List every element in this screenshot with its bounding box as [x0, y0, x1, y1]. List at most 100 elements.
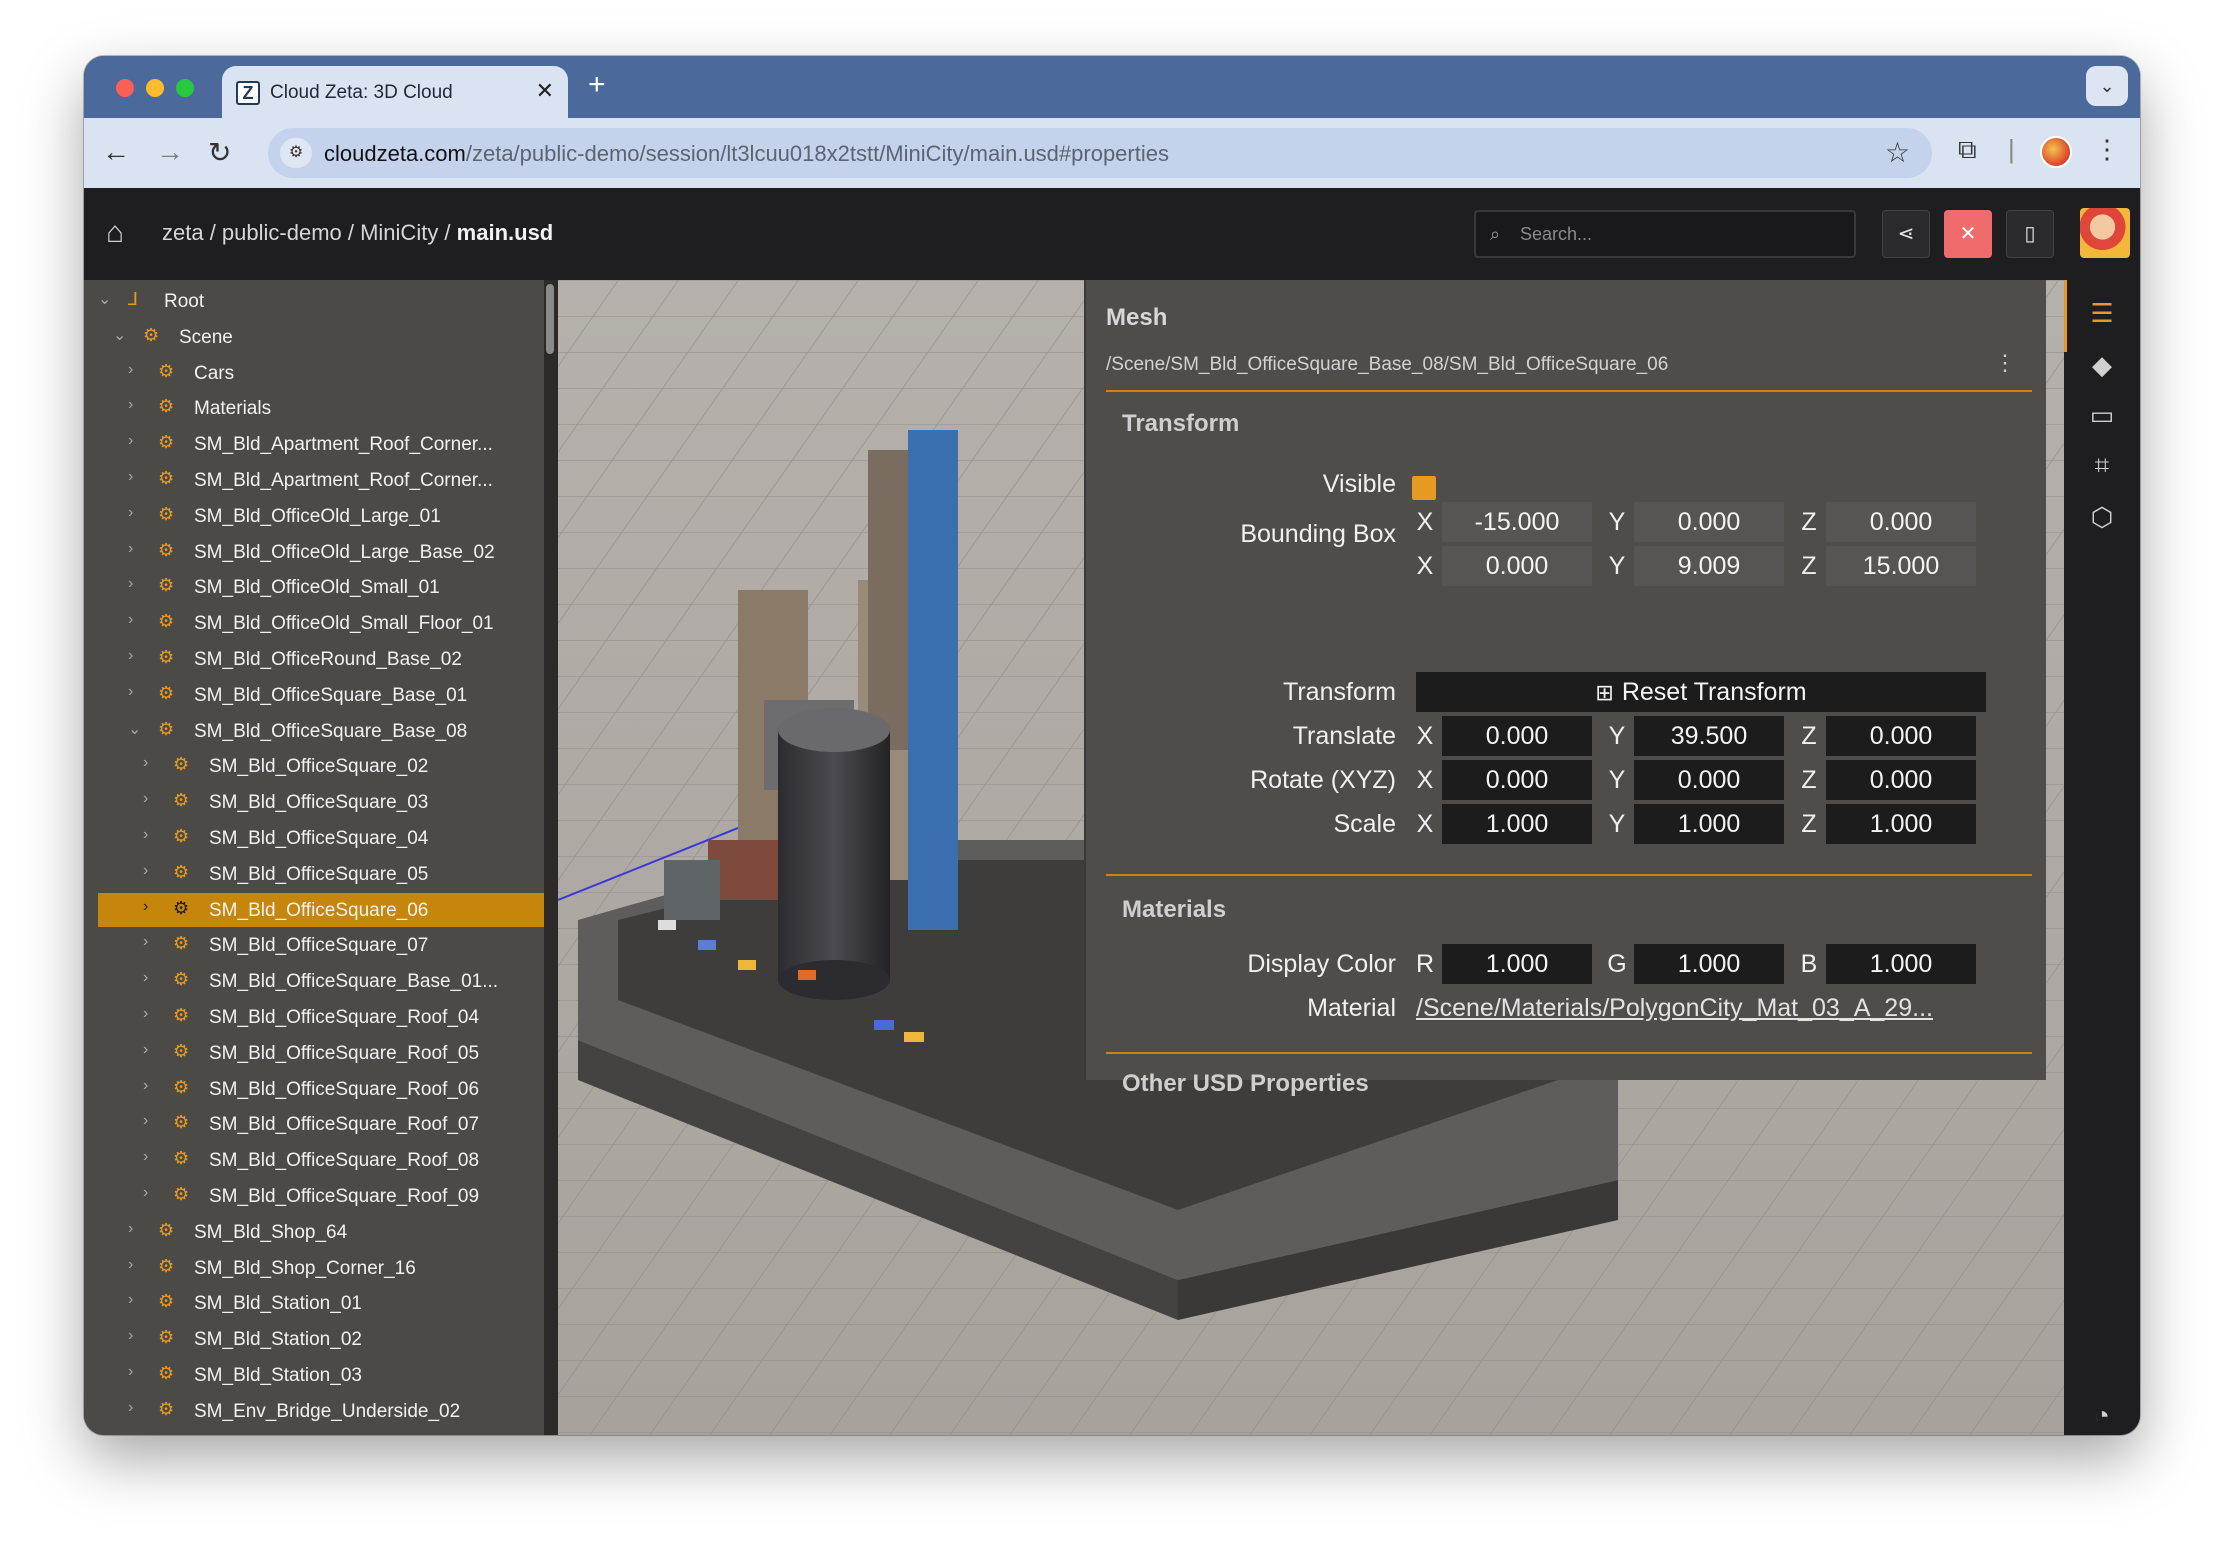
- tree-row[interactable]: › ⚙ SM_Bld_Station_02: [84, 1322, 534, 1356]
- settings-hex-icon[interactable]: ⬡: [2086, 502, 2118, 534]
- tree-row[interactable]: › ⚙ SM_Bld_OfficeSquare_Roof_07: [84, 1107, 534, 1141]
- chevron-right-icon[interactable]: ›: [128, 611, 133, 629]
- scale-z-input[interactable]: 1.000: [1826, 804, 1976, 844]
- translate-z-input[interactable]: 0.000: [1826, 716, 1976, 756]
- address-bar[interactable]: ⚙ cloudzeta.com/zeta/public-demo/session…: [268, 128, 1932, 178]
- translate-x-input[interactable]: 0.000: [1442, 716, 1592, 756]
- tree-row[interactable]: › ⚙ SM_Bld_OfficeSquare_Roof_05: [84, 1036, 534, 1070]
- close-session-button[interactable]: ✕: [1944, 210, 1992, 258]
- chevron-down-icon[interactable]: ⌄: [128, 719, 141, 739]
- chevron-right-icon[interactable]: ›: [143, 754, 148, 772]
- tree-row[interactable]: › ⚙ SM_Bld_OfficeSquare_03: [84, 785, 534, 819]
- chevron-right-icon[interactable]: ›: [143, 1184, 148, 1202]
- tree-row[interactable]: › ⚙ Materials: [84, 391, 534, 425]
- toggle-panel-button[interactable]: ▯: [2006, 210, 2054, 258]
- breadcrumb-path[interactable]: zeta / public-demo / MiniCity /: [162, 220, 457, 245]
- rotate-x-input[interactable]: 0.000: [1442, 760, 1592, 800]
- chevron-right-icon[interactable]: ›: [128, 361, 133, 379]
- bookmark-star-icon[interactable]: ☆: [1885, 136, 1910, 169]
- tree-row[interactable]: › ⚙ SM_Bld_Station_01: [84, 1286, 534, 1320]
- breadcrumb[interactable]: zeta / public-demo / MiniCity / main.usd: [162, 220, 553, 246]
- material-link[interactable]: /Scene/Materials/PolygonCity_Mat_03_A_29…: [1416, 994, 1986, 1023]
- chevron-right-icon[interactable]: ›: [128, 504, 133, 522]
- chevron-right-icon[interactable]: ›: [128, 540, 133, 558]
- chevron-right-icon[interactable]: ›: [128, 1256, 133, 1274]
- chevron-right-icon[interactable]: ›: [143, 790, 148, 808]
- chevron-right-icon[interactable]: ›: [143, 1077, 148, 1095]
- tree-row[interactable]: › ⚙ SM_Bld_OfficeOld_Small_Floor_01: [84, 606, 534, 640]
- chevron-right-icon[interactable]: ›: [143, 1041, 148, 1059]
- chevron-right-icon[interactable]: ›: [143, 1005, 148, 1023]
- tree-row[interactable]: › ⚙ Cars: [84, 356, 534, 390]
- chevron-right-icon[interactable]: ›: [128, 1291, 133, 1309]
- sliders-icon[interactable]: ☰: [2086, 298, 2118, 330]
- comment-icon[interactable]: ▭: [2086, 400, 2118, 432]
- chevron-right-icon[interactable]: ›: [128, 432, 133, 450]
- back-arrow-icon[interactable]: ←: [102, 136, 130, 168]
- chevron-right-icon[interactable]: ›: [128, 575, 133, 593]
- qr-scan-icon[interactable]: ⌗: [2086, 450, 2118, 482]
- tree-row[interactable]: › ⚙ SM_Bld_OfficeOld_Large_Base_02: [84, 535, 534, 569]
- tree-row[interactable]: › ⚙ SM_Bld_OfficeSquare_Base_01...: [84, 964, 534, 998]
- search-input[interactable]: [1520, 220, 1840, 248]
- profile-avatar[interactable]: [2040, 136, 2072, 168]
- tree-row[interactable]: › ⚙ SM_Bld_OfficeSquare_Roof_04: [84, 1000, 534, 1034]
- rotate-y-input[interactable]: 0.000: [1634, 760, 1784, 800]
- browser-menu-icon[interactable]: ⋮: [2094, 134, 2120, 165]
- tree-scrollbar-thumb[interactable]: [546, 284, 554, 354]
- tree-row[interactable]: › ⚙ SM_Bld_Apartment_Roof_Corner...: [84, 463, 534, 497]
- tree-row[interactable]: › ⚙ SM_Bld_OfficeSquare_07: [84, 928, 534, 962]
- tree-row[interactable]: › ⚙ SM_Bld_Apartment_Roof_Corner...: [84, 427, 534, 461]
- chevron-right-icon[interactable]: ›: [128, 1399, 133, 1417]
- translate-y-input[interactable]: 39.500: [1634, 716, 1784, 756]
- display-color-b-input[interactable]: 1.000: [1826, 944, 1976, 984]
- display-color-r-input[interactable]: 1.000: [1442, 944, 1592, 984]
- scale-y-input[interactable]: 1.000: [1634, 804, 1784, 844]
- chevron-right-icon[interactable]: ›: [128, 683, 133, 701]
- chevron-right-icon[interactable]: ›: [128, 647, 133, 665]
- chevron-right-icon[interactable]: ›: [128, 396, 133, 414]
- tree-row[interactable]: › ⚙ SM_Bld_OfficeRound_Base_02: [84, 642, 534, 676]
- site-settings-icon[interactable]: ⚙: [280, 138, 312, 168]
- tree-row[interactable]: › ⚙ SM_Bld_OfficeSquare_Roof_08: [84, 1143, 534, 1177]
- layers-icon[interactable]: ◆: [2086, 350, 2118, 382]
- reload-icon[interactable]: ↻: [208, 136, 231, 169]
- tab-search-chevron-icon[interactable]: ⌄: [2086, 66, 2128, 106]
- display-color-g-input[interactable]: 1.000: [1634, 944, 1784, 984]
- tree-row[interactable]: › ⚙ SM_Bld_OfficeOld_Small_01: [84, 570, 534, 604]
- tree-row-selected[interactable]: › ⚙ SM_Bld_OfficeSquare_06: [98, 892, 544, 927]
- visible-checkbox[interactable]: [1412, 476, 1436, 500]
- tree-row[interactable]: › ⚙ SM_Bld_OfficeSquare_02: [84, 749, 534, 783]
- chevron-right-icon[interactable]: ›: [143, 898, 148, 916]
- tree-row[interactable]: ⌄ ⚙ SM_Bld_OfficeSquare_Base_08: [84, 714, 534, 748]
- tree-row[interactable]: › ⚙ SM_Bld_Station_03: [84, 1358, 534, 1392]
- chevron-right-icon[interactable]: ›: [143, 862, 148, 880]
- tree-row[interactable]: ⌄ ⅃ Root: [84, 284, 534, 318]
- url-text[interactable]: cloudzeta.com/zeta/public-demo/session/l…: [324, 141, 1169, 167]
- chevron-right-icon[interactable]: ›: [128, 468, 133, 486]
- search-box[interactable]: ⌕: [1474, 210, 1856, 258]
- gauge-icon[interactable]: ◔: [2086, 1400, 2118, 1432]
- chevron-right-icon[interactable]: ›: [128, 1327, 133, 1345]
- chevron-down-icon[interactable]: ⌄: [98, 289, 111, 309]
- other-usd-properties-title[interactable]: Other USD Properties: [1122, 1070, 1369, 1098]
- new-tab-button[interactable]: +: [588, 68, 606, 102]
- tree-row[interactable]: › ⚙ SM_Bld_Shop_Corner_16: [84, 1251, 534, 1285]
- browser-tab[interactable]: Z Cloud Zeta: 3D Cloud ✕: [222, 66, 568, 118]
- extensions-puzzle-icon[interactable]: ⧉: [1958, 134, 1977, 166]
- chevron-down-icon[interactable]: ⌄: [113, 325, 126, 345]
- reset-transform-button[interactable]: ⊞ Reset Transform: [1416, 672, 1986, 712]
- user-avatar[interactable]: [2080, 208, 2130, 258]
- chevron-right-icon[interactable]: ›: [143, 969, 148, 987]
- more-options-icon[interactable]: ⋮: [1994, 350, 2016, 376]
- tree-row[interactable]: › ⚙ SM_Bld_OfficeSquare_05: [84, 857, 534, 891]
- tree-row[interactable]: › ⚙ SM_Bld_OfficeSquare_Roof_09: [84, 1179, 534, 1213]
- tree-row[interactable]: ⌄ ⚙ Scene: [84, 320, 534, 354]
- home-icon[interactable]: ⌂: [106, 216, 124, 250]
- rotate-z-input[interactable]: 0.000: [1826, 760, 1976, 800]
- chevron-right-icon[interactable]: ›: [128, 1220, 133, 1238]
- tab-close-icon[interactable]: ✕: [536, 78, 554, 104]
- tree-row[interactable]: › ⚙ SM_Bld_OfficeSquare_04: [84, 821, 534, 855]
- forward-arrow-icon[interactable]: →: [156, 136, 184, 168]
- minimize-window-button[interactable]: [146, 79, 164, 97]
